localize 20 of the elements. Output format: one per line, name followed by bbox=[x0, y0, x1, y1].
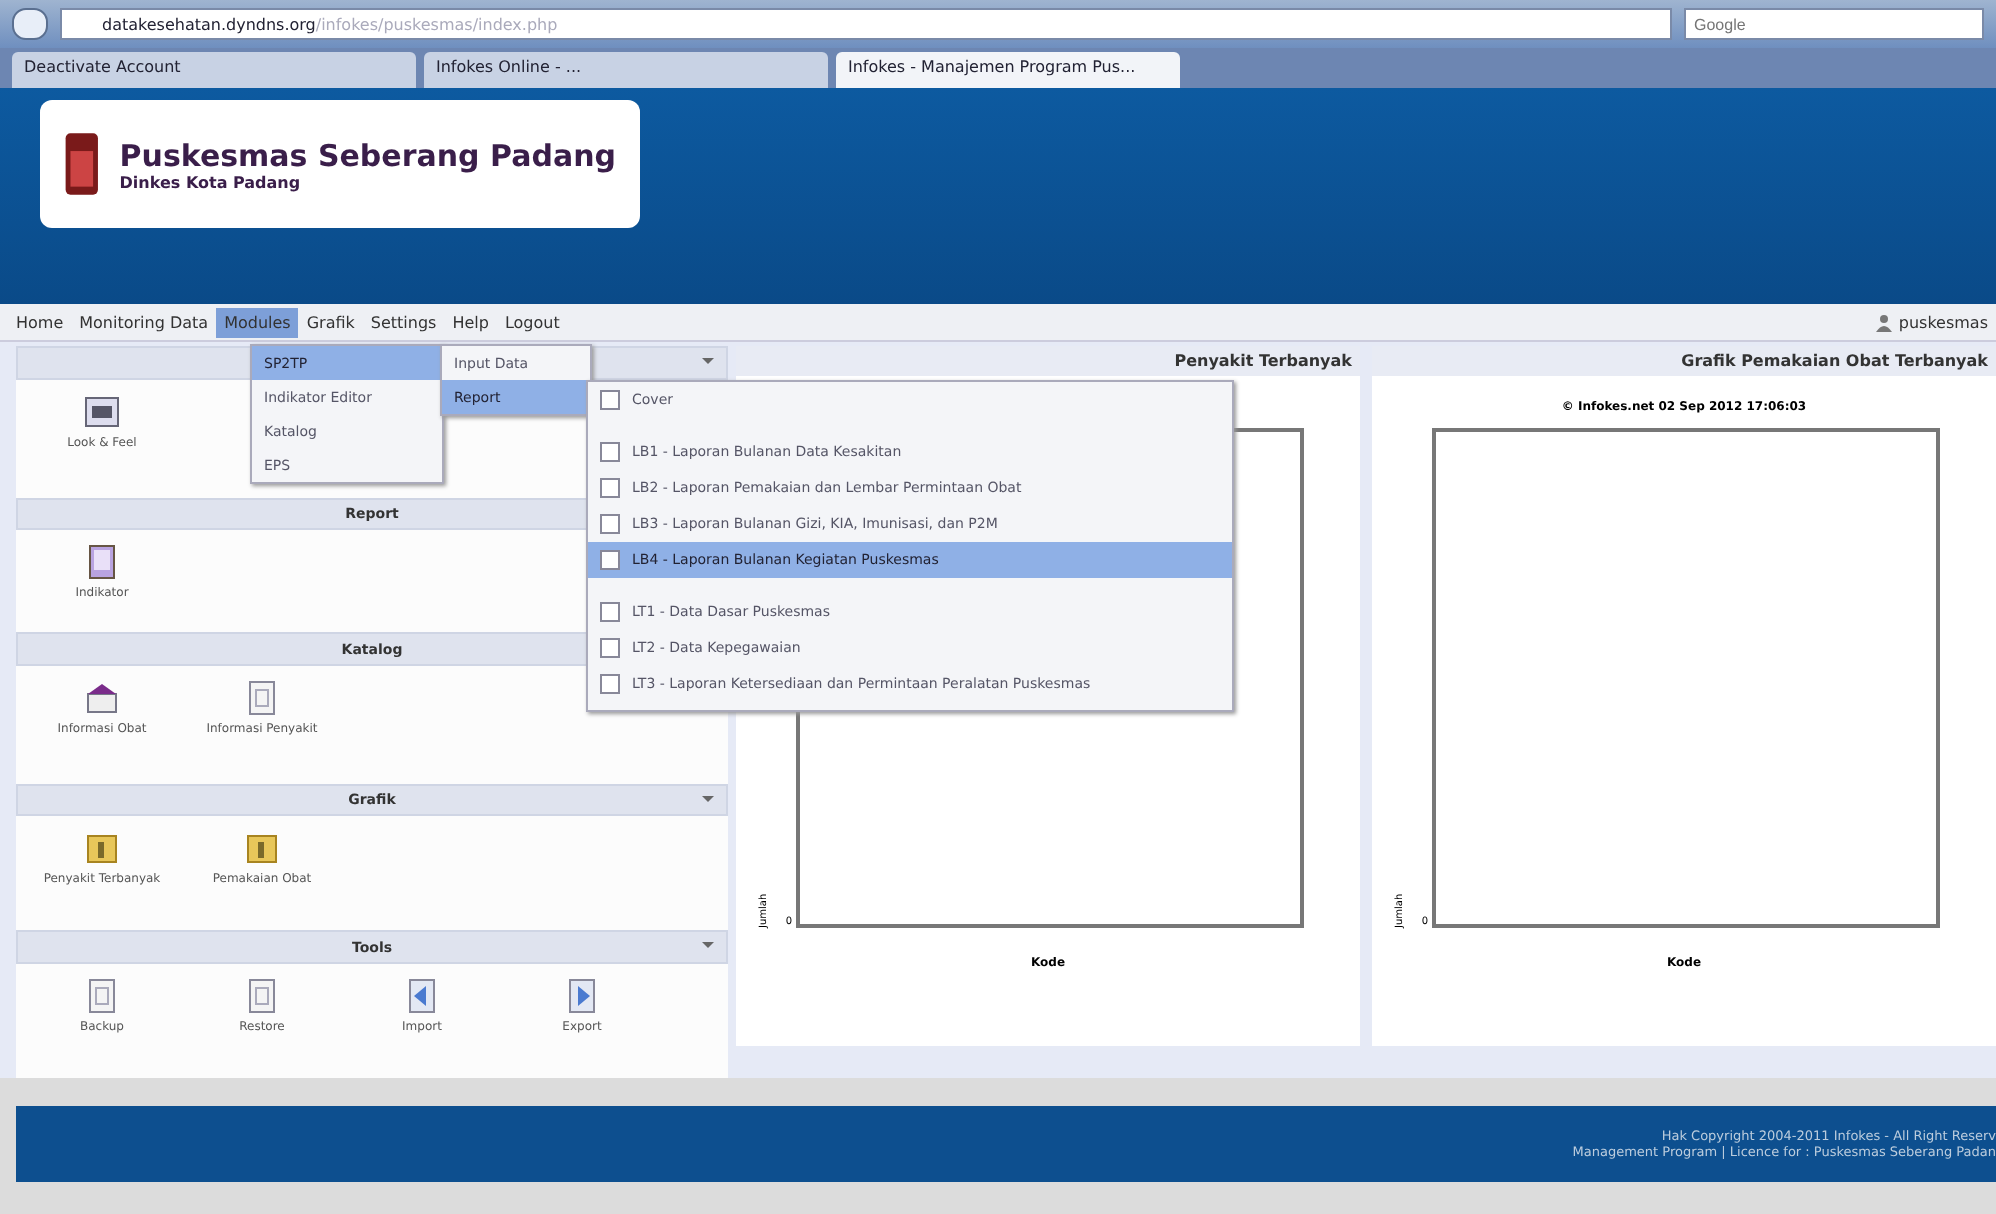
menu-item[interactable]: Help bbox=[444, 307, 497, 337]
gallery-icon bbox=[82, 391, 122, 432]
browser-tab[interactable]: Infokes - Manajemen Program Pus... bbox=[836, 52, 1180, 88]
menu-item[interactable]: Grafik bbox=[298, 307, 363, 337]
chart-title: Penyakit Terbanyak bbox=[736, 346, 1360, 376]
menu-item[interactable]: Logout bbox=[496, 307, 568, 337]
user-name: puskesmas bbox=[1898, 313, 1988, 331]
menu-item[interactable]: Home bbox=[8, 307, 72, 337]
menu-item[interactable]: Monitoring Data bbox=[71, 307, 217, 337]
site-subtitle: Dinkes Kota Padang bbox=[119, 173, 303, 191]
site-title: Puskesmas Seberang Padang bbox=[119, 137, 616, 173]
browser-tab[interactable]: Infokes Online - ... bbox=[424, 52, 828, 88]
back-button[interactable] bbox=[12, 8, 48, 40]
browser-tab[interactable]: Deactivate Account bbox=[12, 52, 416, 88]
search-field[interactable]: Google bbox=[1684, 8, 1984, 40]
user-icon bbox=[1876, 313, 1893, 331]
chart-title: Grafik Pemakaian Obat Terbanyak bbox=[1372, 346, 1996, 376]
menu-item[interactable]: Settings bbox=[362, 307, 445, 337]
menu-item[interactable]: Modules bbox=[216, 307, 299, 337]
address-field[interactable]: datakesehatan.dyndns.org/infokes/puskesmas/index.php bbox=[60, 8, 1672, 40]
